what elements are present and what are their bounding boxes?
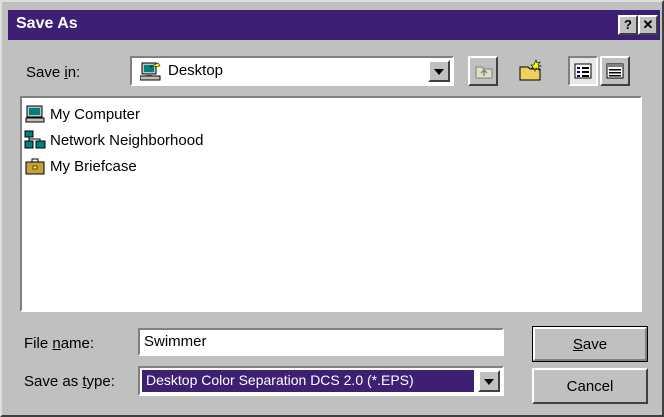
details-view-button[interactable] bbox=[600, 56, 630, 86]
desktop-icon bbox=[139, 61, 162, 85]
network-icon bbox=[24, 130, 46, 150]
save-in-label-text: Save bbox=[26, 64, 65, 81]
list-view-button[interactable] bbox=[568, 56, 598, 86]
save-button-label: Save bbox=[535, 336, 645, 353]
save-button-label-rest: ave bbox=[582, 336, 608, 353]
details-view-icon bbox=[606, 63, 624, 79]
file-list[interactable]: My Computer Network Neighborhood My Brie… bbox=[20, 96, 642, 312]
save-in-dropdown[interactable]: Desktop bbox=[130, 56, 454, 86]
up-one-level-button[interactable] bbox=[468, 56, 498, 86]
save-in-label-text-end: n: bbox=[67, 64, 81, 81]
file-name-label-text-end: ame: bbox=[60, 335, 95, 352]
cancel-button[interactable]: Cancel bbox=[532, 368, 648, 404]
save-as-dialog: Save As ? ✕ Save in: Desktop My Computer… bbox=[0, 0, 664, 417]
cancel-button-label: Cancel bbox=[566, 378, 614, 395]
save-as-type-label-text-end: ype: bbox=[86, 373, 115, 390]
save-in-value: Desktop bbox=[168, 62, 224, 79]
save-as-type-value: Desktop Color Separation DCS 2.0 (*.EPS) bbox=[146, 372, 414, 388]
save-as-type-dropdown-button[interactable] bbox=[478, 370, 500, 392]
save-button-face: Save bbox=[533, 327, 647, 361]
new-folder-icon bbox=[519, 59, 542, 81]
list-item-label: My Computer bbox=[50, 105, 141, 123]
close-button[interactable]: ✕ bbox=[638, 15, 658, 35]
save-button-accel: S bbox=[572, 336, 583, 353]
dialog-title: Save As bbox=[16, 15, 78, 32]
list-item-label: Network Neighborhood bbox=[50, 131, 204, 149]
list-item-network-neighborhood[interactable]: Network Neighborhood bbox=[24, 128, 203, 152]
new-folder-button[interactable] bbox=[514, 54, 548, 86]
list-view-icon bbox=[574, 63, 592, 79]
save-as-type-dropdown[interactable]: Desktop Color Separation DCS 2.0 (*.EPS) bbox=[138, 366, 504, 396]
save-in-dropdown-button[interactable] bbox=[428, 60, 450, 82]
save-as-type-label: Save as type: bbox=[24, 373, 115, 390]
save-in-label: Save in: bbox=[26, 64, 80, 81]
title-bar[interactable]: Save As ? ✕ bbox=[8, 10, 660, 40]
computer-icon bbox=[24, 104, 46, 124]
file-name-label-accel: n bbox=[52, 335, 61, 352]
list-item-label: My Briefcase bbox=[50, 157, 137, 175]
file-name-label: File name: bbox=[24, 335, 94, 352]
file-name-value: Swimmer bbox=[144, 333, 207, 350]
file-name-label-text: File bbox=[24, 335, 53, 352]
save-as-type-label-text: Save as bbox=[24, 373, 83, 390]
save-as-type-selection: Desktop Color Separation DCS 2.0 (*.EPS) bbox=[142, 370, 474, 392]
list-item-my-briefcase[interactable]: My Briefcase bbox=[24, 154, 137, 178]
briefcase-icon bbox=[24, 156, 46, 176]
chevron-down-icon bbox=[434, 69, 444, 75]
folder-up-icon bbox=[475, 66, 493, 79]
save-button[interactable]: Save bbox=[532, 326, 648, 362]
list-item-my-computer[interactable]: My Computer bbox=[24, 102, 140, 126]
help-button[interactable]: ? bbox=[618, 15, 638, 35]
chevron-down-icon bbox=[484, 379, 494, 385]
file-name-input[interactable]: Swimmer bbox=[138, 328, 504, 356]
